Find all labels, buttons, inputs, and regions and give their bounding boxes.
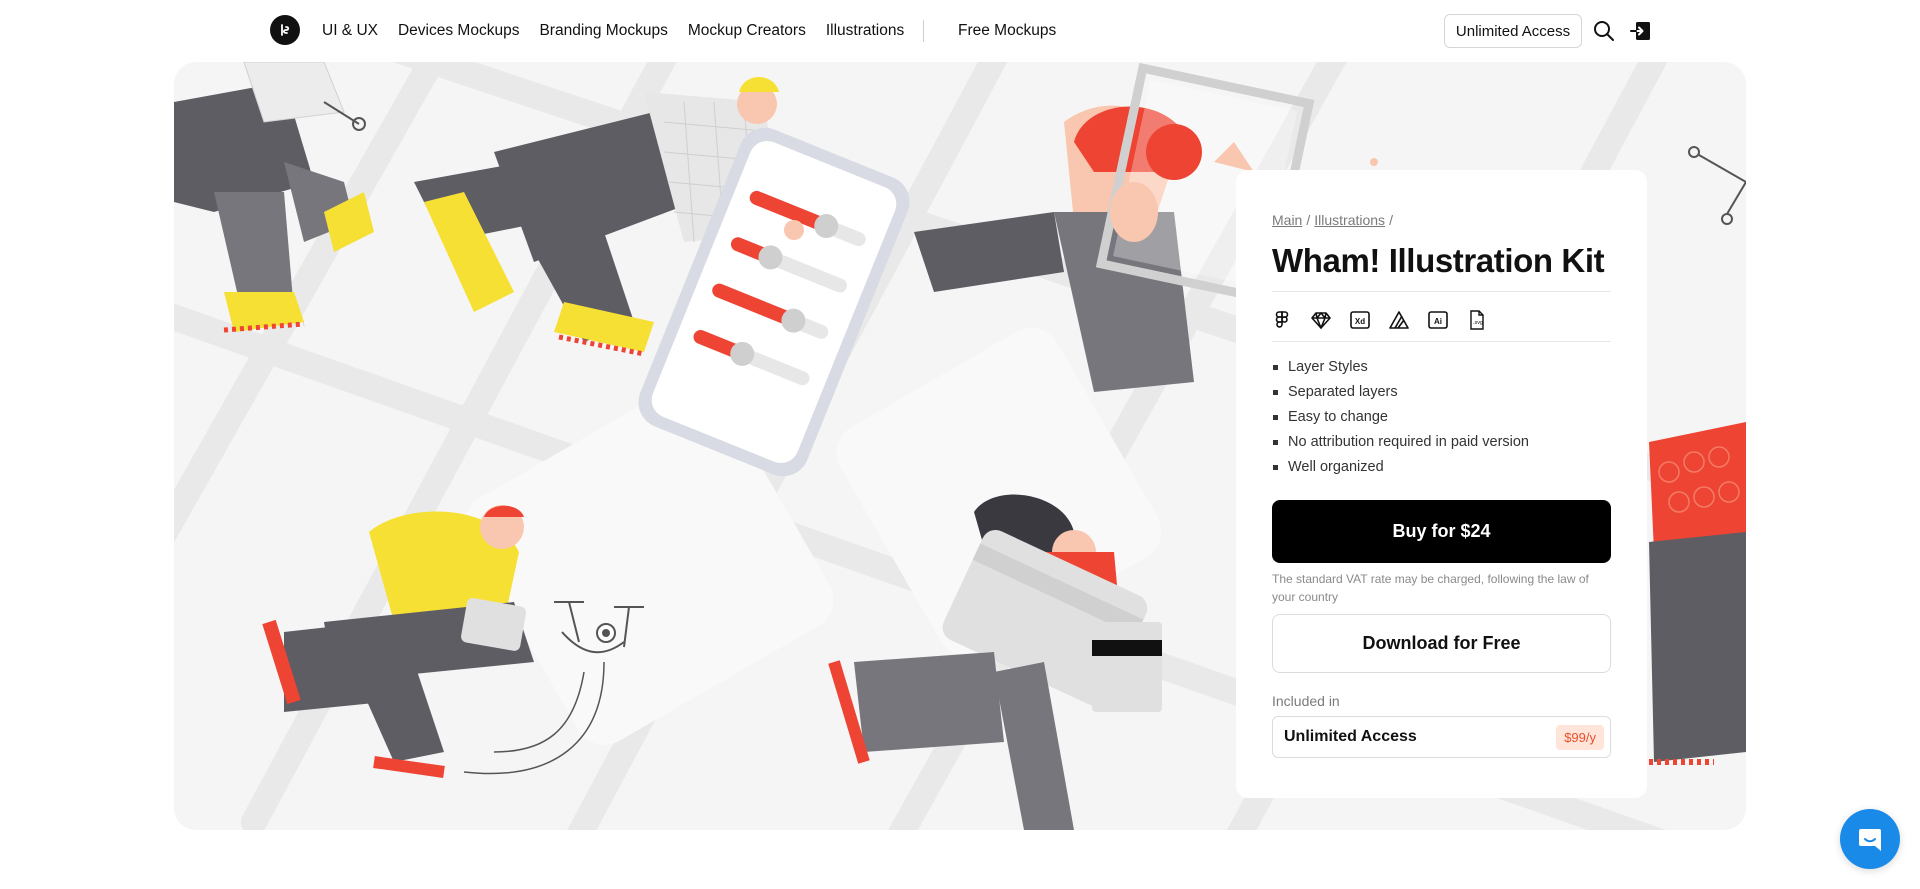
figure-top-left [174,62,374,333]
page-title: Wham! Illustration Kit [1272,242,1605,279]
breadcrumb-main[interactable]: Main [1272,212,1302,228]
price-badge: $99/y [1556,724,1604,750]
format-icons: Xd Ai .svg [1272,306,1506,334]
svg-text:Xd: Xd [1355,317,1365,326]
search-icon[interactable] [1591,18,1617,44]
sketch-icon [1311,306,1350,334]
nav-branding-mockups[interactable]: Branding Mockups [539,22,667,40]
title-divider [1272,291,1611,292]
affinity-icon [1389,306,1428,334]
site-header: UI & UX Devices Mockups Branding Mockups… [0,0,1920,62]
product-card: Main / Illustrations / Wham! Illustration K… [1236,170,1647,798]
nav-free-mockups[interactable]: Free Mockups [958,0,1056,62]
main-nav: UI & UX Devices Mockups Branding Mockups… [322,0,924,62]
list-item: No attribution required in paid version [1272,430,1529,455]
vat-note: The standard VAT rate may be charged, fo… [1272,572,1589,604]
svg-file-icon: .svg [1467,306,1506,334]
logo-mark-icon [281,24,290,36]
buy-button[interactable]: Buy for $24 [1272,500,1611,563]
svg-text:Ai: Ai [1434,317,1442,326]
figure-right-edge [1649,146,1746,765]
list-item: Separated layers [1272,380,1529,405]
format-divider [1272,341,1611,342]
chat-icon[interactable] [1840,809,1900,869]
nav-illustrations[interactable]: Illustrations [826,22,904,40]
studio-logo-icon[interactable] [270,15,300,45]
list-item: Layer Styles [1272,355,1529,380]
svg-text:.svg: .svg [1473,320,1483,326]
unlimited-access-label: Unlimited Access [1284,728,1417,745]
download-free-button[interactable]: Download for Free [1272,614,1611,673]
breadcrumb: Main / Illustrations / [1272,212,1393,228]
illustrator-icon: Ai [1428,306,1467,334]
nav-mockup-creators[interactable]: Mockup Creators [688,22,806,40]
included-in-label: Included in [1272,693,1340,709]
unlimited-access-button[interactable]: Unlimited Access [1444,14,1582,48]
login-icon[interactable] [1628,18,1654,44]
figma-icon [1272,306,1311,334]
breadcrumb-illustrations[interactable]: Illustrations [1314,212,1385,228]
feature-list: Layer Styles Separated layers Easy to ch… [1272,355,1529,480]
xd-icon: Xd [1350,306,1389,334]
list-item: Well organized [1272,455,1529,480]
nav-divider [923,20,924,42]
unlimited-access-option[interactable]: Unlimited Access $99/y [1272,716,1611,758]
nav-devices-mockups[interactable]: Devices Mockups [398,22,519,40]
nav-ui-ux[interactable]: UI & UX [322,22,378,40]
list-item: Easy to change [1272,405,1529,430]
